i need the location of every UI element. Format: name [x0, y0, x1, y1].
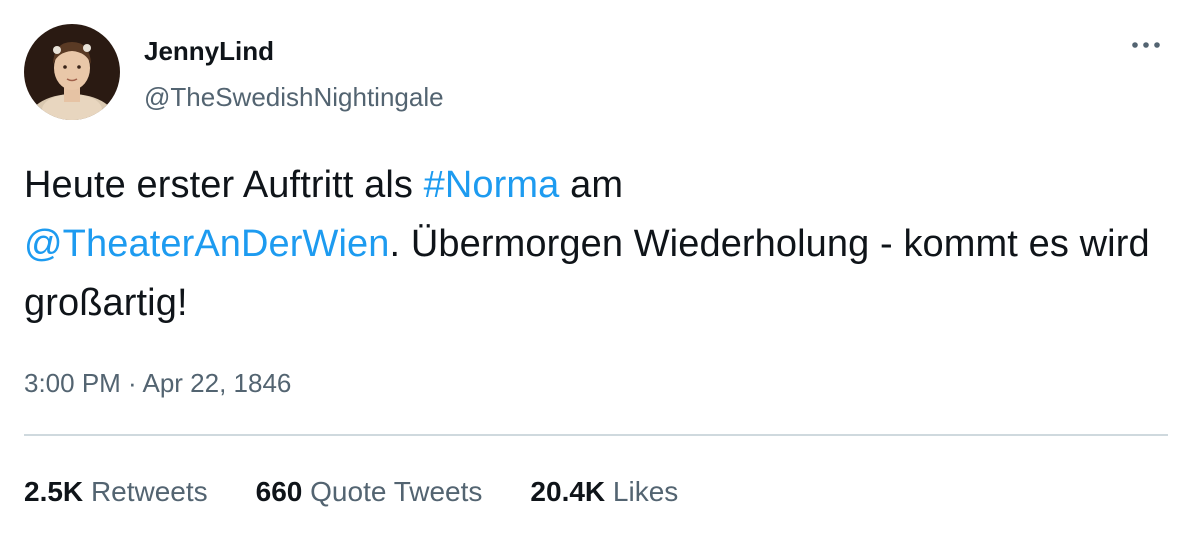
divider [24, 434, 1168, 436]
display-name[interactable]: JennyLind [144, 36, 274, 66]
retweets-label: Retweets [90, 476, 208, 507]
quote-tweets-stat[interactable]: 660 Quote Tweets [256, 475, 483, 509]
tweet-text: Heute erster Auftritt als #Norma am @Thea… [24, 156, 1164, 333]
user-handle[interactable]: @TheSwedishNightingale [144, 82, 444, 112]
timestamp: 3:00 PM · Apr 22, 1846 [24, 367, 291, 399]
retweets-stat[interactable]: 2.5K Retweets [24, 475, 208, 509]
mention-link[interactable]: @TheaterAnDerWien [24, 223, 390, 265]
tweet-text-part: Heute erster Auftritt als [24, 164, 424, 206]
tweet-card: JennyLind @TheSwedishNightingale Heute e… [0, 0, 1192, 544]
likes-stat[interactable]: 20.4K Likes [530, 475, 678, 509]
tweet-text-part: am [559, 164, 624, 206]
timestamp-time[interactable]: 3:00 PM [24, 368, 121, 398]
likes-count: 20.4K [530, 476, 606, 507]
likes-label: Likes [612, 476, 679, 507]
timestamp-date[interactable]: Apr 22, 1846 [143, 368, 292, 398]
hashtag-link[interactable]: #Norma [424, 164, 560, 206]
timestamp-separator: · [120, 368, 143, 398]
avatar[interactable] [24, 24, 120, 120]
engagement-stats: 2.5K Retweets 660 Quote Tweets 20.4K Lik… [24, 475, 726, 509]
quote-tweets-label: Quote Tweets [310, 476, 483, 507]
retweets-count: 2.5K [24, 476, 84, 507]
avatar-portrait-image [24, 24, 120, 120]
quote-tweets-count: 660 [255, 476, 303, 507]
more-button[interactable] [1126, 30, 1166, 60]
more-dots-icon [1132, 42, 1160, 48]
